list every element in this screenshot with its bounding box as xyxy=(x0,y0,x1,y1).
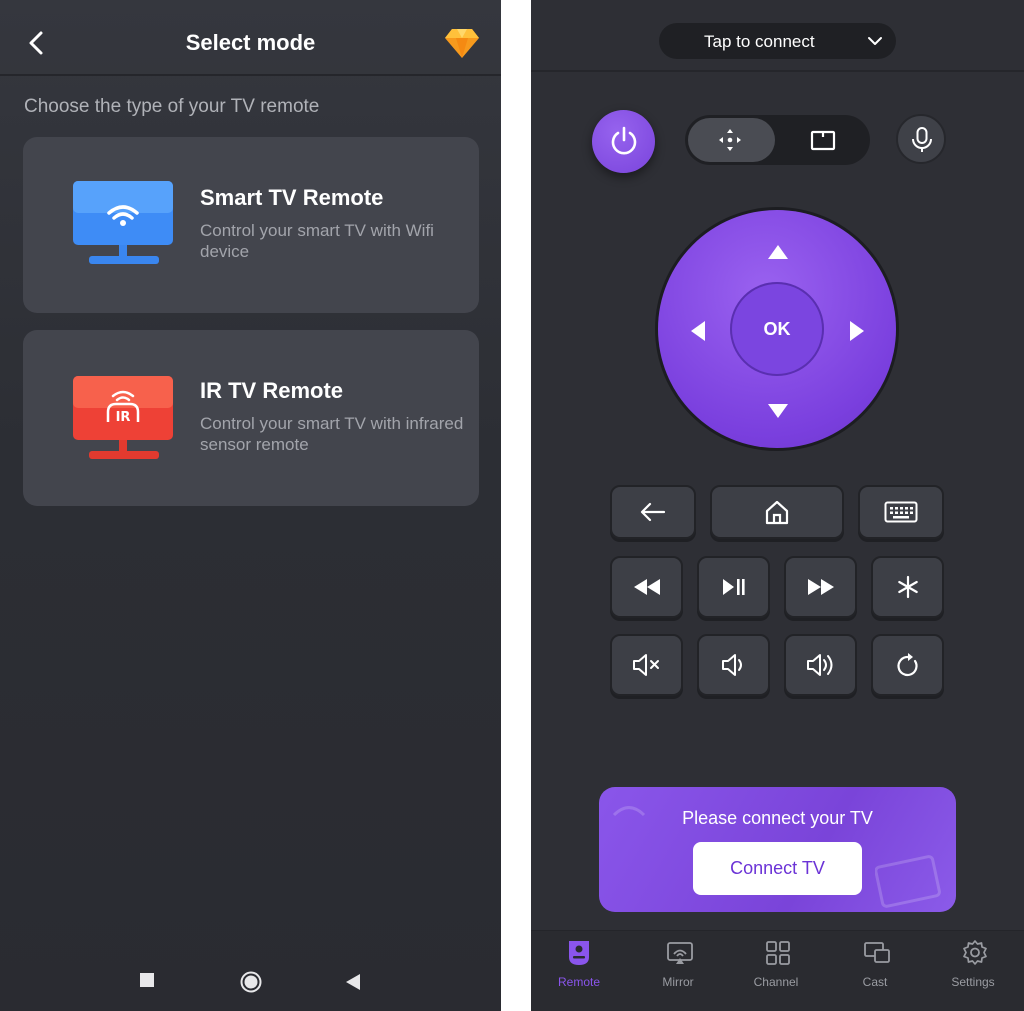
premium-gem-button[interactable] xyxy=(444,26,480,60)
bottom-tab-bar: Remote Mirror Channel Cast Settings xyxy=(531,930,1024,1011)
keyboard-icon xyxy=(884,501,918,523)
dpad-mode-button[interactable] xyxy=(688,118,775,162)
card-description: Control your smart TV with Wifi device xyxy=(200,221,434,261)
home-circle-icon xyxy=(240,971,262,993)
recents-square-icon xyxy=(140,973,154,987)
power-icon xyxy=(611,126,637,155)
tab-settings[interactable]: Settings xyxy=(925,931,1021,1011)
smart-tv-remote-card[interactable]: Smart TV Remote Control your smart TV wi… xyxy=(23,137,479,313)
header: Select mode xyxy=(0,0,501,76)
tap-to-connect-button[interactable]: Tap to connect xyxy=(659,23,896,59)
dpad-right-button[interactable] xyxy=(849,320,865,342)
dpad-mode-icon xyxy=(719,129,741,151)
recents-button[interactable] xyxy=(139,972,155,988)
back-button[interactable] xyxy=(610,485,696,539)
mute-button[interactable] xyxy=(610,634,683,696)
back-triangle-icon xyxy=(346,974,360,990)
dpad-down-button[interactable] xyxy=(767,403,789,419)
voice-button[interactable] xyxy=(896,114,946,164)
rewind-button[interactable] xyxy=(610,556,683,618)
fast-forward-icon xyxy=(807,579,834,595)
arrow-up-icon xyxy=(768,245,788,259)
connect-banner: Please connect your TV Connect TV xyxy=(599,787,956,912)
volume-up-button[interactable] xyxy=(784,634,857,696)
ok-button[interactable]: OK xyxy=(730,282,824,376)
tab-remote[interactable]: Remote xyxy=(531,931,627,1011)
tab-label: Remote xyxy=(557,975,601,989)
cast-icon xyxy=(864,942,890,963)
play-pause-button[interactable] xyxy=(697,556,770,618)
touchpad-mode-button[interactable] xyxy=(785,118,867,162)
banner-text: Please connect your TV xyxy=(682,808,873,828)
microphone-icon xyxy=(912,127,932,152)
subtitle: Choose the type of your TV remote xyxy=(24,96,320,117)
home-nav-button[interactable] xyxy=(240,971,262,993)
arrow-down-icon xyxy=(768,404,788,418)
tv-decoration-icon xyxy=(875,855,941,908)
select-mode-screen: Select mode Choose the type of your TV r… xyxy=(0,0,501,1011)
dpad-up-button[interactable] xyxy=(767,244,789,260)
tab-cast[interactable]: Cast xyxy=(827,931,923,1011)
ir-tv-icon: IR xyxy=(73,376,175,462)
gear-icon xyxy=(963,940,987,965)
touchpad-icon xyxy=(810,130,836,151)
dpad-ring: OK xyxy=(658,210,896,448)
remote-screen: Tap to connect OK Please connect your TV… xyxy=(531,0,1024,1011)
arrow-right-icon xyxy=(850,321,864,341)
card-title: Smart TV Remote xyxy=(200,185,384,210)
fast-forward-button[interactable] xyxy=(784,556,857,618)
options-button[interactable] xyxy=(871,556,944,618)
tab-channel[interactable]: Channel xyxy=(728,931,824,1011)
back-nav-button[interactable] xyxy=(345,973,361,991)
remote-icon xyxy=(569,941,589,965)
tab-label: Settings xyxy=(951,975,995,989)
volume-down-icon xyxy=(721,654,742,676)
tab-mirror[interactable]: Mirror xyxy=(630,931,726,1011)
card-description: Control your smart TV with infrared sens… xyxy=(200,414,464,454)
page-title: Select mode xyxy=(185,30,316,55)
volume-down-button[interactable] xyxy=(697,634,770,696)
volume-up-icon xyxy=(806,654,832,676)
dpad: OK xyxy=(655,207,899,451)
rewind-icon xyxy=(633,579,660,595)
chevron-down-icon xyxy=(868,37,882,45)
keyboard-button[interactable] xyxy=(858,485,944,539)
tab-label: Cast xyxy=(862,975,888,989)
svg-text:IR: IR xyxy=(116,410,131,425)
power-button[interactable] xyxy=(592,110,655,173)
ir-tv-remote-card[interactable]: IR IR TV Remote Control your smart TV wi… xyxy=(23,330,479,506)
card-title: IR TV Remote xyxy=(200,378,344,403)
home-button[interactable] xyxy=(710,485,844,539)
asterisk-icon xyxy=(897,575,918,599)
header: Tap to connect xyxy=(531,0,1024,72)
home-icon xyxy=(765,500,789,525)
play-pause-icon xyxy=(722,579,745,595)
tab-label: Mirror xyxy=(662,975,694,989)
mute-icon xyxy=(632,654,659,676)
diamond-icon xyxy=(445,29,479,58)
mode-toggle xyxy=(685,115,870,165)
replay-button[interactable] xyxy=(871,634,944,696)
replay-icon xyxy=(896,653,918,677)
mirror-icon xyxy=(667,942,693,964)
channel-grid-icon xyxy=(766,941,790,965)
wifi-tv-icon xyxy=(73,181,175,267)
back-arrow-icon xyxy=(640,502,666,522)
connect-label: Tap to connect xyxy=(704,32,815,51)
arrow-left-icon xyxy=(691,321,705,341)
dpad-left-button[interactable] xyxy=(690,320,706,342)
connect-tv-button[interactable]: Connect TV xyxy=(693,842,862,895)
tab-label: Channel xyxy=(753,975,799,989)
